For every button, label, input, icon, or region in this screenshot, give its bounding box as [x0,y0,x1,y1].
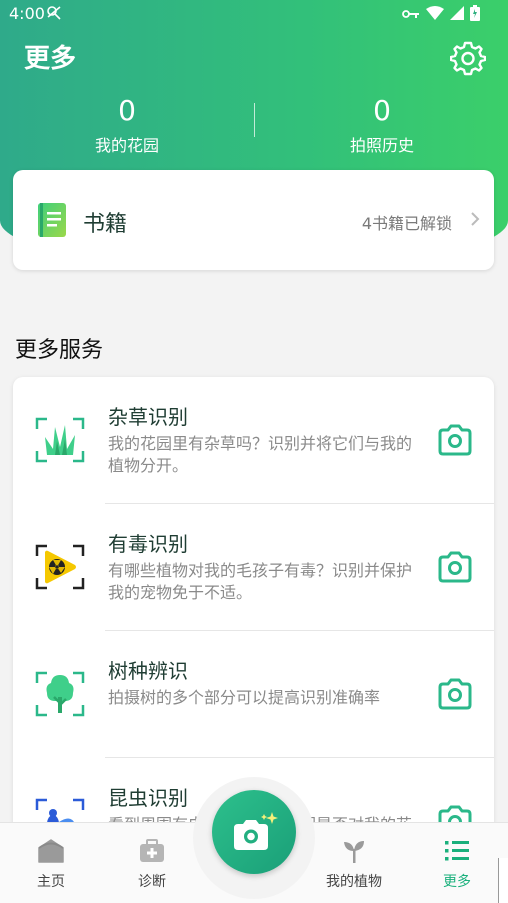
vpn-key-icon [402,6,420,24]
service-description: 我的花园里有杂草吗？识别并将它们与我的植物分开。 [108,434,413,475]
stat-label: 拍照历史 [349,136,414,155]
settings-button[interactable] [449,40,487,76]
camera-icon[interactable] [436,421,474,459]
status-time: 4:00 [9,4,45,23]
wifi-icon [426,6,444,24]
list-icon [417,839,497,867]
toxic-icon [35,542,85,592]
page-title: 更多 [24,44,77,74]
books-unlocked-status: 4书籍已解锁 [361,214,452,233]
nav-label: 主页 [37,874,65,890]
gear-icon [449,41,487,76]
service-title: 树种辨识 [108,659,188,683]
stat-value: 0 [373,94,391,127]
service-title: 昆虫识别 [108,786,188,810]
weed-icon [35,415,85,465]
home-icon [11,839,91,867]
tree-icon [35,669,85,719]
identify-camera-button[interactable] [212,790,296,874]
signal-icon [450,6,464,24]
nav-label: 更多 [443,874,471,890]
nav-item-home[interactable]: 主页 [11,839,91,891]
nav-label: 我的植物 [326,874,382,890]
service-tree-identify[interactable]: 树种辨识 拍摄树的多个部分可以提高识别准确率 [13,631,494,758]
nav-item-diagnose[interactable]: 诊断 [112,839,192,891]
book-icon [38,203,68,241]
service-toxic-identify[interactable]: 有毒识别 有哪些植物对我的毛孩子有毒？识别并保护我的宠物免于不适。 [13,504,494,631]
books-title: 书籍 [83,212,128,237]
data-saver-icon [46,5,62,25]
stat-label: 我的花园 [94,136,159,155]
service-weed-identify[interactable]: 杂草识别 我的花园里有杂草吗？识别并将它们与我的植物分开。 [13,377,494,504]
books-card[interactable]: 书籍 4书籍已解锁 [13,170,494,270]
status-bar: 4:00 [0,0,508,28]
service-title: 有毒识别 [108,532,188,556]
stat-value: 0 [118,94,136,127]
overlay-edge [498,858,508,903]
nav-item-my-plants[interactable]: 我的植物 [314,839,394,891]
service-description: 拍摄树的多个部分可以提高识别准确率 [108,688,381,707]
stat-photo-history[interactable]: 0 拍照历史 [312,94,452,156]
nav-item-more[interactable]: 更多 [417,839,497,891]
camera-icon[interactable] [436,675,474,713]
stat-divider [254,103,255,137]
diagnose-icon [112,839,192,867]
camera-icon[interactable] [436,548,474,586]
service-description: 有哪些植物对我的毛孩子有毒？识别并保护我的宠物免于不适。 [108,561,413,602]
section-title: 更多服务 [15,338,104,363]
camera-sparkle-icon [234,812,278,850]
nav-label: 诊断 [138,874,166,890]
service-title: 杂草识别 [108,405,188,429]
stat-my-garden[interactable]: 0 我的花园 [57,94,197,156]
plant-icon [314,839,394,867]
battery-icon [470,5,480,25]
chevron-right-icon [470,211,480,231]
